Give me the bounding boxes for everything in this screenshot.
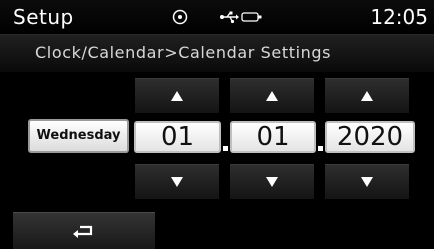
year-field[interactable]: 2020 [325,121,415,153]
day-up-button[interactable] [230,78,314,113]
disc-icon [171,8,189,26]
date-separator [318,146,323,151]
up-arrow-icon [361,91,373,101]
clock: 12:05 [370,5,428,29]
up-arrow-icon [266,91,278,101]
day-of-week-button[interactable]: Wednesday [28,119,129,153]
year-down-button[interactable] [325,164,409,199]
back-button[interactable] [13,212,155,249]
breadcrumb-text: Clock/Calendar>Calendar Settings [35,43,332,62]
year-up-button[interactable] [325,78,409,113]
screen-title: Setup [13,5,74,29]
setup-screen: Setup 12:05 Clock/Calendar>Calendar Sett… [0,0,434,249]
breadcrumb: Clock/Calendar>Calendar Settings [0,35,434,72]
up-arrow-icon [171,91,183,101]
month-down-button[interactable] [135,164,219,199]
month-up-button[interactable] [135,78,219,113]
date-separator [223,146,228,151]
back-arrow-icon [73,225,93,238]
day-field[interactable]: 01 [230,121,316,153]
day-down-button[interactable] [230,164,314,199]
status-bar: Setup 12:05 [0,0,434,35]
usb-icon [219,8,239,26]
down-arrow-icon [171,177,183,187]
down-arrow-icon [266,177,278,187]
month-field[interactable]: 01 [134,121,221,153]
battery-icon [241,8,263,26]
down-arrow-icon [361,177,373,187]
